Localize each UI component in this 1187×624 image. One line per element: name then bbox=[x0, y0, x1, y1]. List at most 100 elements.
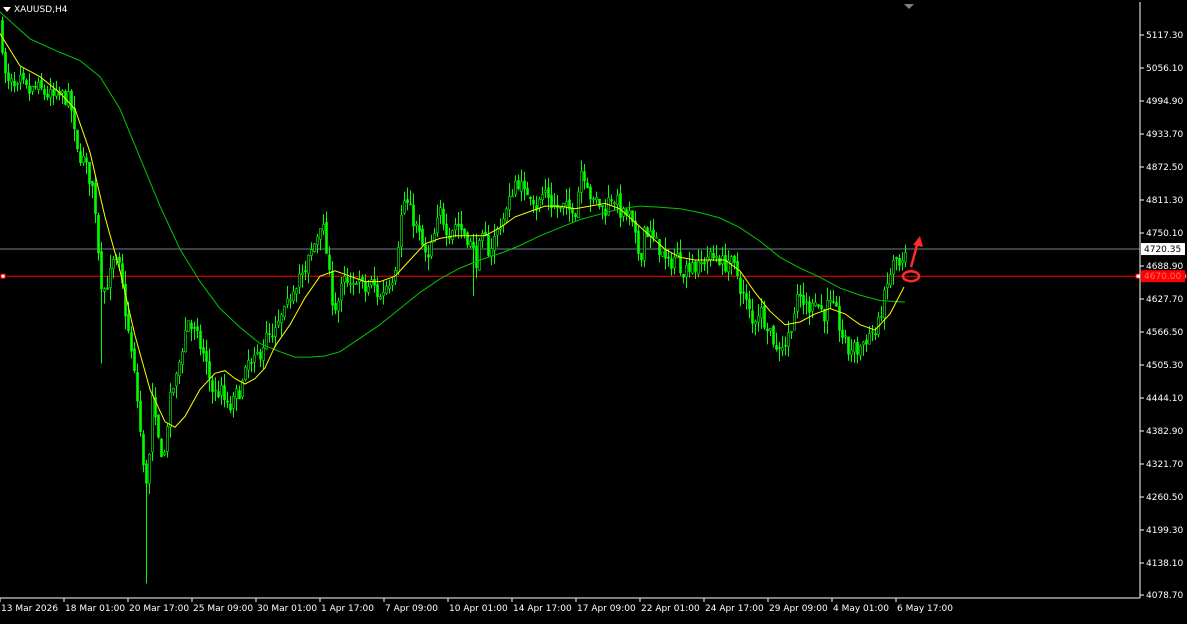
candle-body bbox=[205, 350, 208, 362]
candle-body bbox=[748, 298, 751, 310]
candle-body bbox=[166, 426, 169, 452]
candle-body bbox=[319, 228, 322, 240]
candle-body bbox=[817, 304, 820, 307]
candle-body bbox=[529, 196, 532, 200]
candle-body bbox=[853, 342, 856, 353]
candle-body bbox=[229, 403, 232, 411]
candle-body bbox=[169, 391, 172, 428]
candle-body bbox=[466, 232, 469, 246]
price-tick-label: 4444.10 bbox=[1146, 394, 1183, 404]
time-tick-label: 22 Apr 01:00 bbox=[641, 604, 700, 614]
candle-body bbox=[397, 246, 400, 273]
candle-body bbox=[814, 302, 817, 307]
candle-body bbox=[298, 273, 301, 288]
candle-body bbox=[421, 228, 424, 246]
candle-body bbox=[253, 354, 256, 363]
candle-body bbox=[187, 320, 190, 332]
candle-body bbox=[439, 207, 442, 216]
candle-body bbox=[199, 330, 202, 350]
candle-body bbox=[658, 239, 661, 255]
candle-body bbox=[493, 236, 496, 251]
time-tick-label: 14 Apr 17:00 bbox=[513, 604, 572, 614]
candle-body bbox=[148, 453, 151, 484]
price-tick-label: 5117.30 bbox=[1146, 31, 1183, 41]
candle-body bbox=[511, 195, 514, 198]
candle-body bbox=[247, 360, 250, 371]
candle-body bbox=[577, 191, 580, 219]
chart-area[interactable]: 5117.30 5056.10 4994.90 4933.70 4872.50 4811.… bbox=[0, 0, 1187, 620]
time-tick-label: 18 Mar 01:00 bbox=[65, 604, 125, 614]
candle-body bbox=[217, 391, 220, 398]
candle-body bbox=[520, 181, 523, 192]
candle-body bbox=[160, 438, 163, 458]
candle-body bbox=[871, 330, 874, 333]
candle-body bbox=[610, 199, 613, 202]
time-tick-label: 6 May 17:00 bbox=[897, 604, 953, 614]
candle-body bbox=[352, 282, 355, 285]
candle-body bbox=[712, 252, 715, 259]
candle-body bbox=[343, 276, 346, 283]
candle-body bbox=[778, 347, 781, 349]
candle-body bbox=[385, 285, 388, 294]
candle-body bbox=[685, 264, 688, 278]
candle-body bbox=[262, 347, 265, 361]
price-chart[interactable]: 5117.30 5056.10 4994.90 4933.70 4872.50 4811.… bbox=[0, 0, 1187, 620]
candle-body bbox=[757, 315, 760, 323]
candle-body bbox=[175, 373, 178, 387]
candle-body bbox=[700, 262, 703, 265]
candle-body bbox=[694, 261, 697, 272]
candle-body bbox=[796, 294, 799, 312]
candle-body bbox=[271, 335, 274, 338]
candle-body bbox=[766, 328, 769, 332]
candle-body bbox=[472, 241, 475, 249]
candle-body bbox=[547, 187, 550, 198]
candle-body bbox=[151, 394, 154, 453]
price-tick-label: 4260.50 bbox=[1146, 493, 1183, 503]
candle-body bbox=[679, 252, 682, 274]
current-price-label: 4720.35 bbox=[1144, 245, 1181, 255]
candle-body bbox=[211, 380, 214, 393]
candle-body bbox=[616, 195, 619, 205]
candle-body bbox=[790, 331, 793, 333]
candle-body bbox=[4, 51, 7, 74]
candle-body bbox=[856, 341, 859, 355]
candle-body bbox=[799, 293, 802, 297]
candle-body bbox=[400, 214, 403, 248]
level-line-handle-left bbox=[0, 273, 6, 279]
time-tick-label: 7 Apr 09:00 bbox=[385, 604, 438, 614]
candle-body bbox=[418, 225, 421, 232]
candle-body bbox=[664, 248, 667, 259]
candle-body bbox=[61, 90, 64, 94]
candle-body bbox=[310, 249, 313, 256]
candle-body bbox=[130, 332, 133, 352]
time-tick-label: 29 Apr 09:00 bbox=[769, 604, 828, 614]
candle-body bbox=[538, 198, 541, 209]
candle-body bbox=[847, 336, 850, 355]
dropdown-triangle-icon[interactable] bbox=[3, 7, 11, 12]
slow-moving-average-line bbox=[0, 11, 906, 358]
candle-body bbox=[889, 274, 892, 286]
candle-body bbox=[691, 262, 694, 274]
candle-body bbox=[427, 254, 430, 258]
candle-body bbox=[835, 302, 838, 307]
candle-body bbox=[592, 198, 595, 200]
candle-body bbox=[709, 250, 712, 261]
symbol-timeframe-label[interactable]: XAUUSD,H4 bbox=[3, 5, 68, 15]
candle-body bbox=[124, 283, 127, 317]
level-price-label: 4670.00 bbox=[1144, 272, 1181, 282]
candle-body bbox=[760, 307, 763, 319]
candle-body bbox=[49, 89, 52, 98]
candle-body bbox=[586, 182, 589, 189]
candle-body bbox=[391, 282, 394, 286]
price-tick-label: 4078.70 bbox=[1146, 591, 1183, 601]
candle-body bbox=[190, 322, 193, 330]
time-tick-label: 17 Apr 09:00 bbox=[577, 604, 636, 614]
candle-body bbox=[475, 245, 478, 269]
candle-body bbox=[526, 187, 529, 196]
candle-body bbox=[751, 310, 754, 324]
candle-body bbox=[337, 300, 340, 312]
candle-body bbox=[73, 107, 76, 130]
candle-body bbox=[40, 79, 43, 89]
candle-body bbox=[862, 341, 865, 346]
candle-body bbox=[793, 313, 796, 331]
